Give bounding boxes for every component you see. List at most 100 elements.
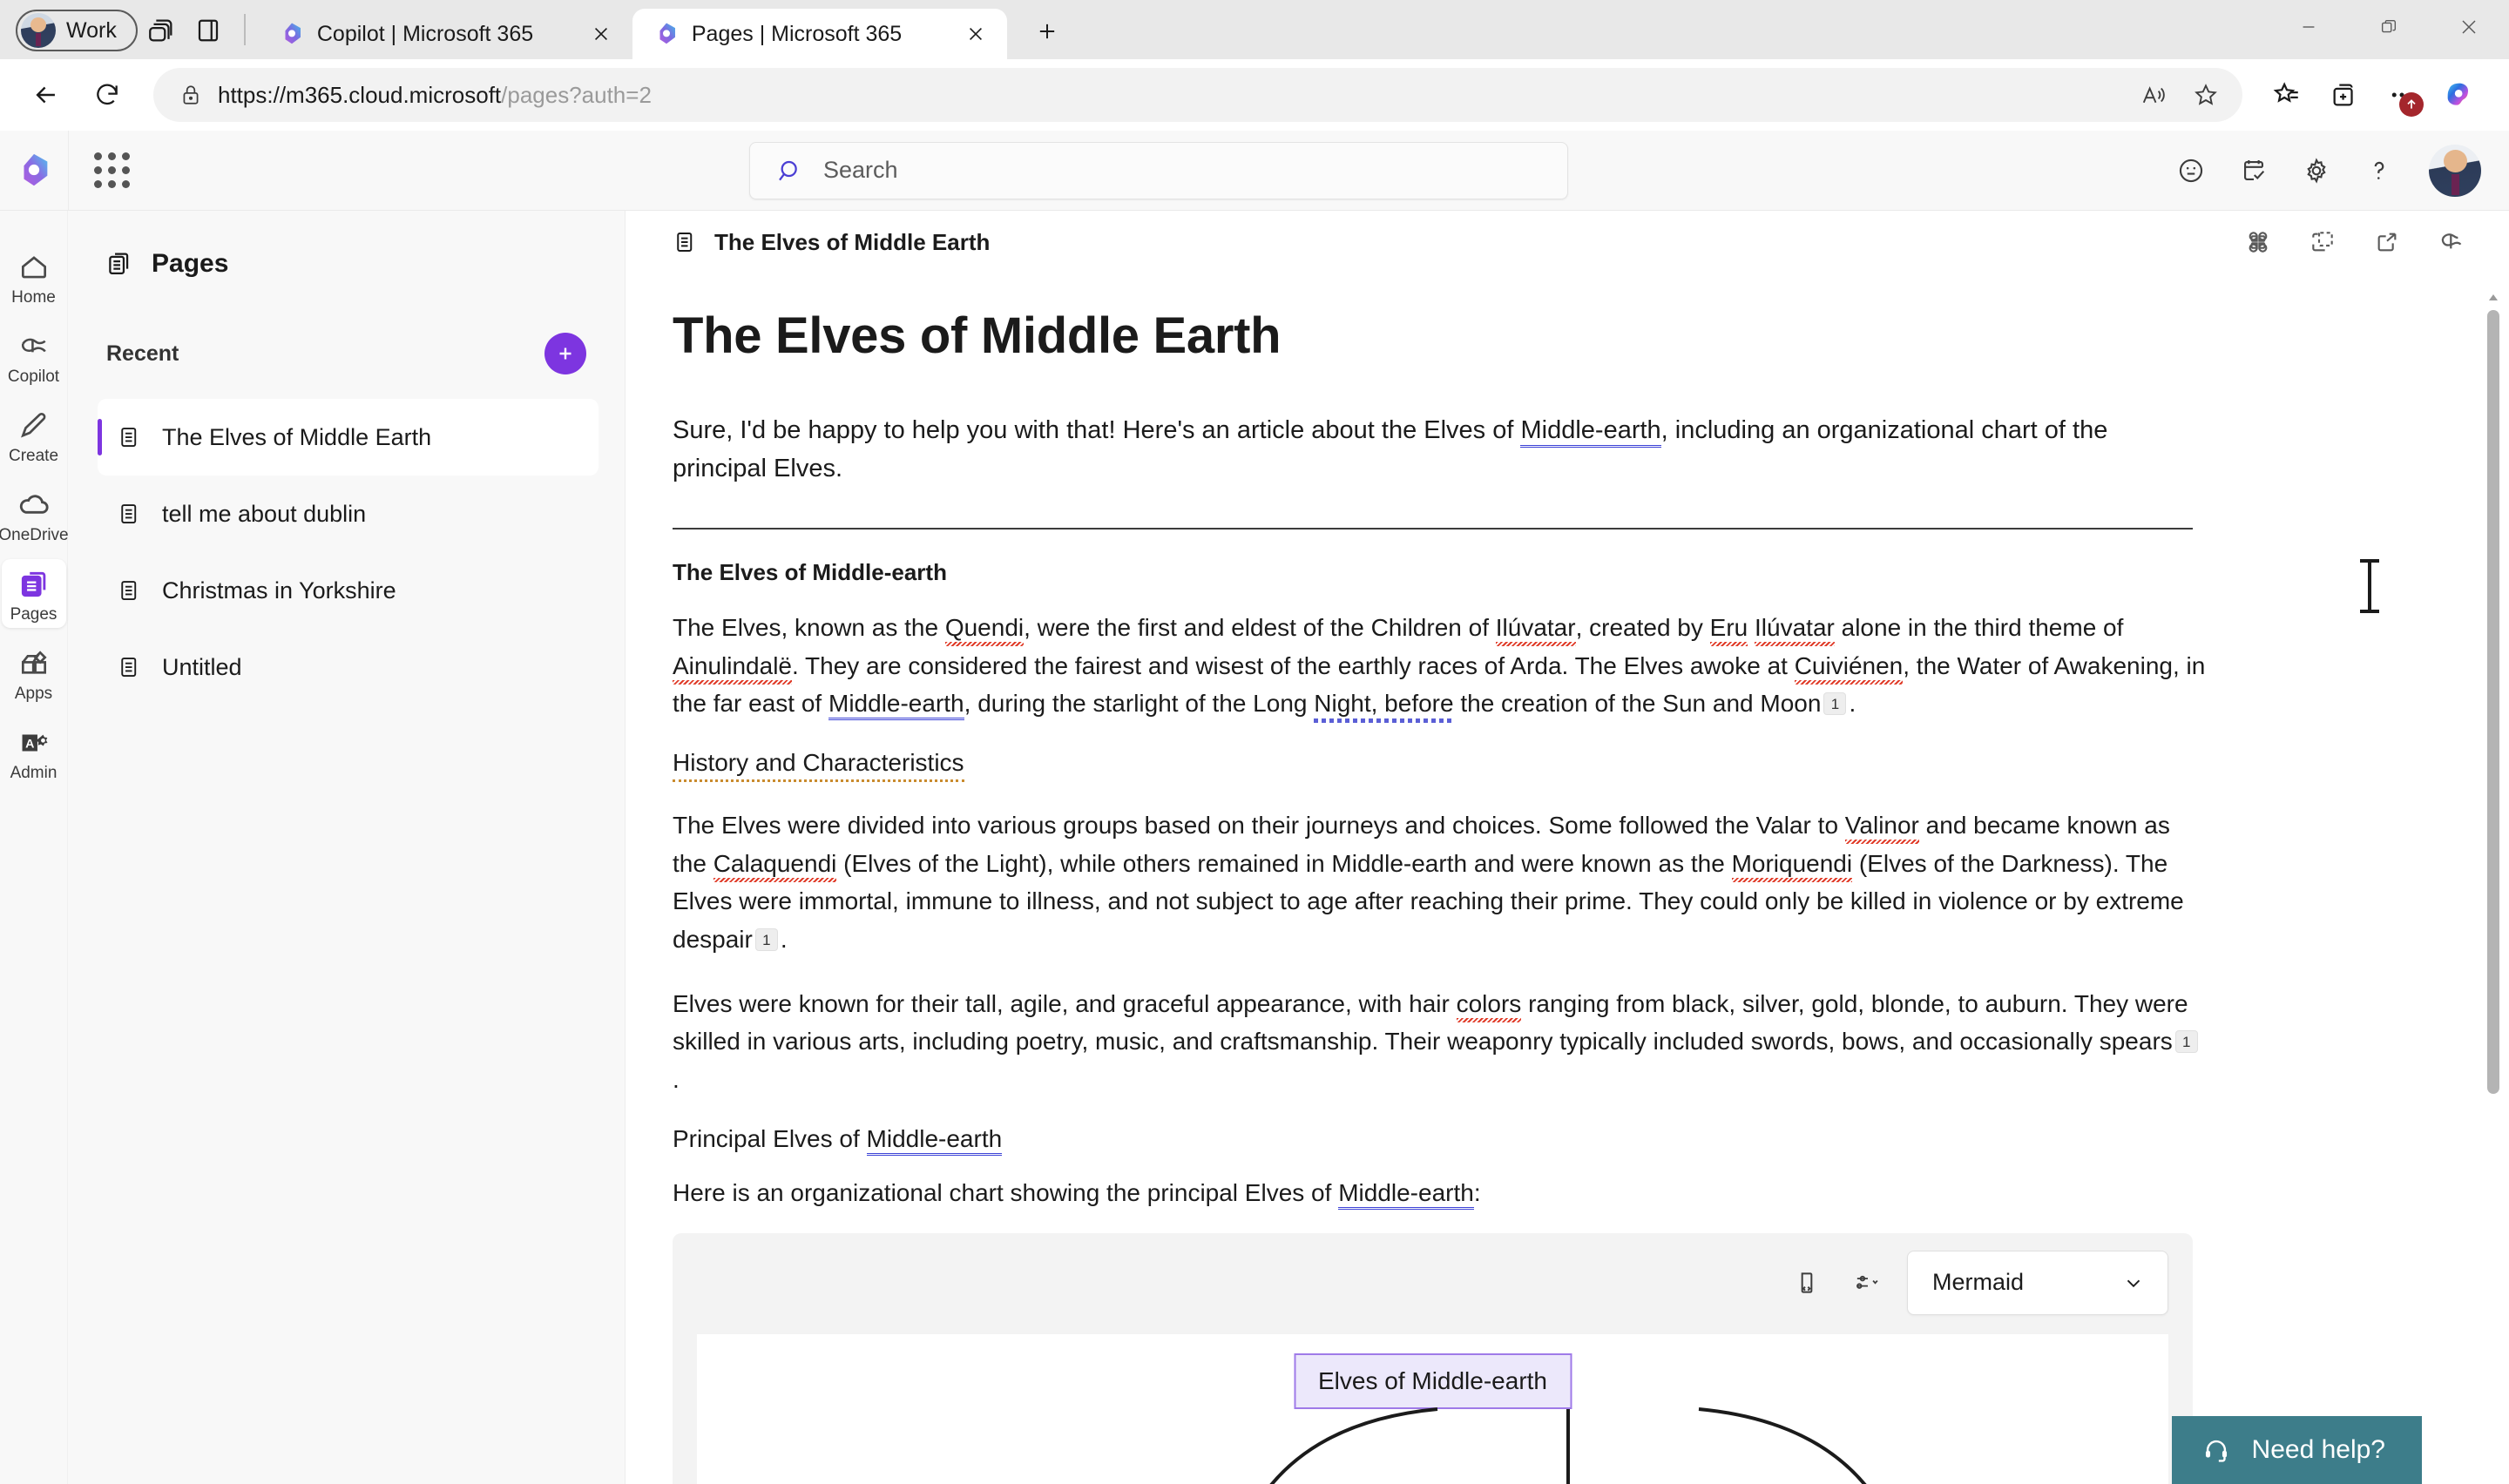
code-block-icon[interactable] <box>1785 1261 1829 1305</box>
close-icon[interactable] <box>2429 0 2509 54</box>
rail-label: Pages <box>10 605 57 624</box>
spellcheck-word: Cuiviénen <box>1794 651 1904 679</box>
need-help-button[interactable]: Need help? <box>2171 1416 2422 1484</box>
app-body: Home Copilot Create OneDrive Pages Apps … <box>0 211 2509 1484</box>
search-input[interactable]: Search <box>749 141 1568 199</box>
rail-item-admin[interactable]: A Admin <box>2 718 66 786</box>
restore-icon[interactable] <box>2349 0 2429 54</box>
help-question-icon[interactable] <box>2350 142 2408 199</box>
copilot-icon[interactable] <box>2432 68 2486 122</box>
copilot-icon[interactable] <box>2429 219 2474 265</box>
favorites-list-icon[interactable] <box>2260 68 2314 122</box>
spellcheck-word: Ilúvatar <box>1755 614 1835 641</box>
m365-logo-icon[interactable] <box>0 151 68 191</box>
middle-earth-link[interactable]: Middle-earth <box>866 1124 1003 1156</box>
sidebar-item-untitled[interactable]: Untitled <box>98 629 599 705</box>
browser-tab[interactable]: Pages | Microsoft 365 <box>632 9 1007 59</box>
diagram-options-icon[interactable] <box>1846 1261 1890 1305</box>
recent-label: Recent <box>106 341 179 366</box>
sidebar-item-tell-me-about-dublin[interactable]: tell me about dublin <box>98 476 599 552</box>
pages-icon <box>17 566 51 603</box>
rail-label: Home <box>11 288 56 307</box>
rail-item-apps[interactable]: Apps <box>2 638 66 707</box>
select-region-icon[interactable] <box>2300 219 2345 265</box>
citation-chip[interactable]: 1 <box>754 928 778 952</box>
paragraph-3: Elves were known for their tall, agile, … <box>673 985 2206 1099</box>
sidebar-item-the-elves-of-middle-earth[interactable]: The Elves of Middle Earth <box>98 399 599 476</box>
document-scroll-area: The Elves of Middle Earth Sure, I'd be h… <box>626 273 2509 1484</box>
sidebar-item-label: The Elves of Middle Earth <box>162 423 432 450</box>
url-input[interactable]: https://m365.cloud.microsoft/pages?auth=… <box>153 68 2242 122</box>
new-tab-button[interactable] <box>1023 7 1072 56</box>
citation-chip[interactable]: 1 <box>1823 692 1847 716</box>
browser-tab[interactable]: Copilot | Microsoft 365 <box>257 9 632 59</box>
vertical-scrollbar[interactable] <box>2485 273 2502 1484</box>
m365-icon <box>659 23 675 44</box>
close-icon[interactable] <box>957 15 995 53</box>
rail-label: OneDrive <box>0 526 69 544</box>
rail-item-home[interactable]: Home <box>2 242 66 311</box>
citation-chip[interactable]: 1 <box>2174 1030 2198 1054</box>
cloud-icon <box>17 487 51 523</box>
mermaid-canvas: Elves of Middle-earth <box>697 1333 2168 1484</box>
rail-label: Admin <box>10 764 57 782</box>
pen-icon <box>17 408 51 444</box>
settings-more-icon[interactable] <box>2375 68 2429 122</box>
pages-sidebar: Pages Recent The Elves of Middle Earth t… <box>68 211 626 1484</box>
add-page-button[interactable] <box>544 333 586 374</box>
scroll-up-arrow-icon[interactable] <box>2488 291 2499 307</box>
page-icon <box>677 233 693 252</box>
sidebar-item-label: Untitled <box>162 653 242 680</box>
rail-label: Copilot <box>7 368 60 386</box>
intro-prefix: Sure, I'd be happy to help you with that… <box>673 416 1521 444</box>
split-screen-icon[interactable] <box>185 7 232 54</box>
rail-item-onedrive[interactable]: OneDrive <box>0 480 69 549</box>
rail-item-pages[interactable]: Pages <box>1 559 66 628</box>
document-toolbar: The Elves of Middle Earth <box>626 211 2509 273</box>
back-arrow-icon[interactable] <box>17 66 75 124</box>
middle-earth-link[interactable]: Middle-earth <box>1520 416 1661 448</box>
sidebar-item-label: tell me about dublin <box>162 500 367 527</box>
workspaces-icon[interactable] <box>138 7 185 54</box>
feedback-smiley-icon[interactable] <box>2162 142 2220 199</box>
page-icon <box>121 504 137 523</box>
reload-icon[interactable] <box>78 66 136 124</box>
app-launcher-icon[interactable] <box>68 131 155 210</box>
home-icon <box>17 249 51 286</box>
gear-icon[interactable] <box>2288 142 2345 199</box>
paragraph-2: The Elves were divided into various grou… <box>673 812 2184 954</box>
lock-icon <box>183 85 199 105</box>
page-title: Pages <box>152 249 229 278</box>
share-icon[interactable] <box>2364 219 2410 265</box>
section-heading: The Elves of Middle-earth <box>673 559 947 585</box>
scrollbar-thumb[interactable] <box>2487 310 2499 1094</box>
m365-icon <box>285 23 301 44</box>
middle-earth-link[interactable]: Middle-earth <box>1338 1178 1474 1210</box>
document-heading: The Elves of Middle Earth <box>673 307 1282 364</box>
spellcheck-word: Moriquendi <box>1731 849 1853 877</box>
spellcheck-word: Eru <box>1709 614 1748 641</box>
minimize-icon[interactable] <box>2269 0 2349 54</box>
grid-view-icon[interactable] <box>2235 219 2281 265</box>
page-icon <box>121 658 137 677</box>
user-avatar[interactable] <box>2429 144 2481 197</box>
tab-title: Pages | Microsoft 365 <box>691 21 903 46</box>
rail-item-copilot[interactable]: Copilot <box>2 321 66 390</box>
chart-intro: Here is an organizational chart showing … <box>673 1178 2413 1210</box>
read-aloud-icon[interactable] <box>2129 71 2178 119</box>
sidebar-item-christmas-in-yorkshire[interactable]: Christmas in Yorkshire <box>98 552 599 629</box>
document-title-bar: The Elves of Middle Earth <box>714 228 991 255</box>
address-bar: https://m365.cloud.microsoft/pages?auth=… <box>0 59 2509 131</box>
profile-button[interactable]: Work <box>16 10 138 51</box>
up-arrow-icon <box>2399 92 2424 117</box>
headset-icon <box>2205 1440 2227 1462</box>
collections-icon[interactable] <box>2317 68 2371 122</box>
app-header: Search <box>0 131 2509 211</box>
close-icon[interactable] <box>582 15 620 53</box>
middle-earth-link[interactable]: Middle-earth <box>828 690 964 721</box>
subheading: History and Characteristics <box>673 749 964 783</box>
star-icon[interactable] <box>2181 71 2230 119</box>
calendar-check-icon[interactable] <box>2225 142 2282 199</box>
rail-item-create[interactable]: Create <box>2 401 66 469</box>
diagram-type-select[interactable]: Mermaid <box>1907 1250 2168 1315</box>
